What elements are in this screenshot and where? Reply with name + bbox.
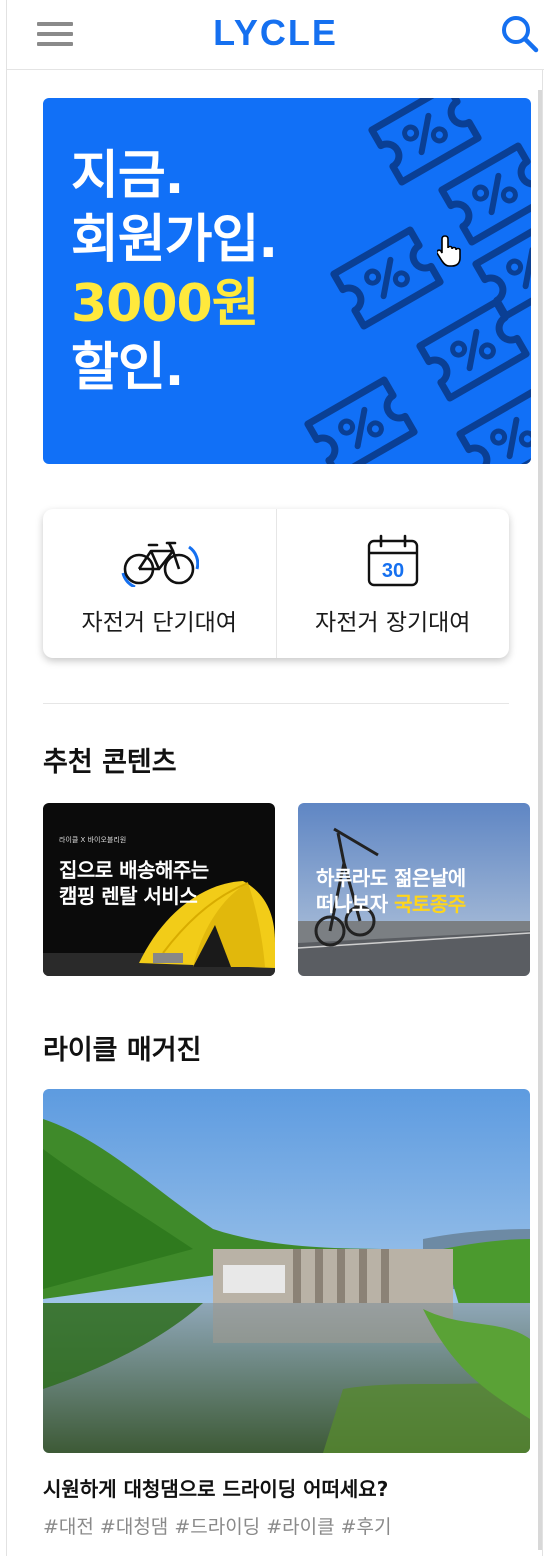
app-header: LYCLE xyxy=(7,0,544,70)
dam-lake-photo xyxy=(43,1089,530,1453)
banner-line-1: 지금. xyxy=(71,146,184,206)
long-term-rental-button[interactable]: 30 자전거 장기대여 xyxy=(275,509,510,658)
recommended-section-title: 추천 콘텐츠 xyxy=(43,747,177,778)
hand-cursor-icon xyxy=(437,235,461,267)
short-term-rental-label: 자전거 단기대여 xyxy=(81,610,237,636)
rental-quick-menu: 자전거 단기대여 30 자전거 장기대여 xyxy=(43,509,509,658)
app-logo[interactable]: LYCLE xyxy=(7,12,544,54)
card-title-line-2: 캠핑 렌탈 서비스 xyxy=(59,884,198,908)
card-title-line-1: 집으로 배송해주는 xyxy=(59,858,209,882)
card-title-line-2: 떠나보자 국토종주 xyxy=(316,892,466,916)
long-term-rental-label: 자전거 장기대여 xyxy=(315,610,471,636)
magazine-section-title: 라이클 매거진 xyxy=(43,1035,202,1066)
magazine-article-tags: #대전 #대청댐 #드라이딩 #라이클 #후기 xyxy=(43,1516,392,1538)
calendar-day-number: 30 xyxy=(382,560,404,582)
card-small-caption: 라이클 X 바이오블리원 xyxy=(59,836,127,844)
bicycle-icon xyxy=(121,541,200,587)
app-frame: LYCLE 지금. 회원가입. 3000원 할인. 자전거 단기대여 30 자전… xyxy=(6,0,544,1556)
banner-line-4: 할인. xyxy=(71,338,184,398)
banner-line-2: 회원가입. xyxy=(71,210,278,270)
signup-promo-banner[interactable]: 지금. 회원가입. 3000원 할인. xyxy=(43,98,531,464)
magazine-article-title[interactable]: 시원하게 대청댐으로 드라이딩 어떠세요? xyxy=(43,1473,388,1502)
section-divider xyxy=(43,703,509,704)
recommended-card-cycling-tour[interactable]: 하루라도 젊은날에 떠나보자 국토종주 xyxy=(298,803,530,976)
banner-line-3: 3000원 xyxy=(71,274,260,334)
recommended-card-camping[interactable]: 라이클 X 바이오블리원 집으로 배송해주는 캠핑 렌탈 서비스 xyxy=(43,803,275,976)
magazine-article-image[interactable] xyxy=(43,1089,530,1453)
scrollbar[interactable] xyxy=(538,90,542,1550)
card-title-line-1: 하루라도 젊은날에 xyxy=(316,866,466,890)
search-icon[interactable] xyxy=(500,14,540,54)
short-term-rental-button[interactable]: 자전거 단기대여 xyxy=(43,509,276,658)
calendar-icon: 30 xyxy=(367,534,418,587)
